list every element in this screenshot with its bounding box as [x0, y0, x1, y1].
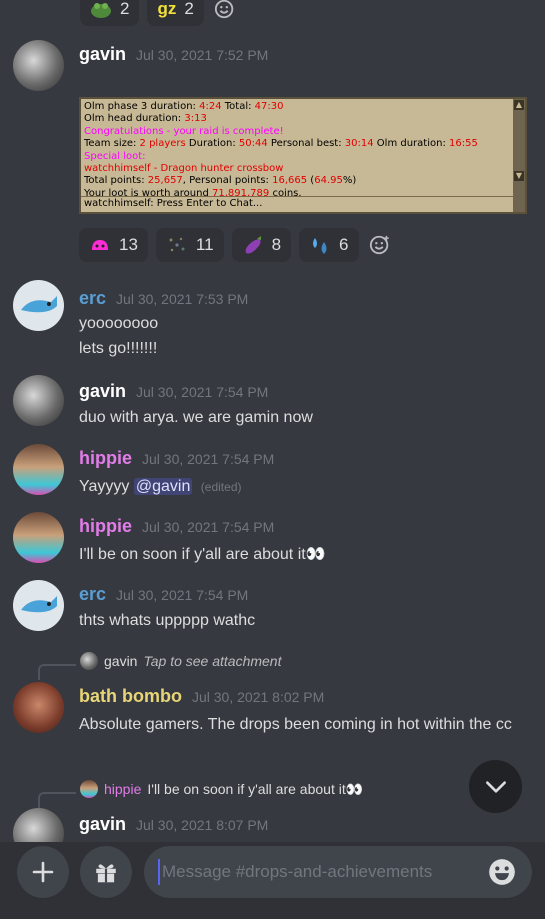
- author-name[interactable]: hippie: [79, 516, 132, 537]
- reaction-frog[interactable]: 2: [80, 0, 140, 26]
- message-text: Absolute gamers. The drops been coming i…: [79, 716, 512, 733]
- reaction-count: 6: [339, 235, 349, 254]
- top-reaction-bar: 2 gz 2: [80, 0, 238, 26]
- reaction-count: 8: [271, 235, 282, 254]
- text-caret: [158, 859, 160, 885]
- reply-author: gavin: [104, 653, 138, 669]
- message-text: I'll be on soon if y'all are about it👀: [79, 546, 326, 563]
- reply-spine: [38, 792, 76, 808]
- author-name[interactable]: erc: [79, 584, 106, 605]
- gz-icon: gz: [157, 0, 177, 18]
- timestamp: Jul 30, 2021 8:02 PM: [191, 689, 325, 705]
- reaction-eggplant[interactable]: 8: [231, 228, 292, 262]
- avatar: [80, 652, 98, 670]
- timestamp: Jul 30, 2021 7:54 PM: [142, 451, 275, 467]
- add-reaction-icon[interactable]: [212, 0, 238, 22]
- emoji-picker-icon[interactable]: [488, 858, 516, 886]
- reaction-bar: 13 11 8 6: [79, 228, 393, 262]
- author-name[interactable]: hippie: [79, 448, 132, 469]
- author-name[interactable]: bath bombo: [79, 686, 182, 707]
- message-text: thts whats uppppp wathc: [79, 612, 256, 629]
- reaction-gz[interactable]: gz 2: [147, 0, 204, 26]
- reaction-count: 13: [119, 235, 138, 254]
- avatar[interactable]: [13, 682, 64, 733]
- user-mention[interactable]: @gavin: [133, 478, 193, 495]
- avatar[interactable]: [13, 808, 64, 842]
- message-input-placeholder: Message #drops-and-achievements: [162, 862, 433, 881]
- avatar[interactable]: [13, 444, 64, 495]
- avatar[interactable]: [13, 375, 64, 426]
- game-chat-input: watchhimself: Press Enter to Chat...: [81, 196, 513, 212]
- sparkle-icon: [166, 234, 188, 256]
- sweat-drops-icon: [309, 234, 331, 256]
- add-reaction-icon[interactable]: [367, 232, 393, 258]
- reaction-count: 2: [184, 0, 194, 18]
- reply-author: hippie: [104, 781, 142, 797]
- reaction-count: 2: [120, 0, 130, 18]
- pink-blob-icon: [89, 234, 111, 256]
- message-input[interactable]: Message #drops-and-achievements: [144, 846, 532, 898]
- author-name[interactable]: gavin: [79, 814, 126, 835]
- reply-spine: [38, 664, 76, 680]
- message-text: Yayyyy @gavin (edited): [79, 478, 242, 495]
- avatar[interactable]: [13, 580, 64, 631]
- timestamp: Jul 30, 2021 7:53 PM: [116, 291, 249, 307]
- chevron-down-icon: [485, 780, 506, 793]
- timestamp: Jul 30, 2021 7:54 PM: [116, 587, 249, 603]
- avatar[interactable]: [13, 280, 64, 331]
- avatar: [80, 780, 98, 798]
- frog-icon: [90, 0, 112, 20]
- edited-label: (edited): [200, 480, 242, 494]
- reaction-pink-blob[interactable]: 13: [79, 228, 148, 262]
- eggplant-icon: [242, 234, 264, 256]
- timestamp: Jul 30, 2021 8:07 PM: [136, 817, 269, 833]
- timestamp: Jul 30, 2021 7:52 PM: [136, 47, 269, 63]
- message-text: yoooooooo: [79, 315, 159, 332]
- avatar[interactable]: [13, 40, 64, 91]
- plus-icon: [32, 861, 54, 883]
- game-scrollbar: ▲ ▼: [513, 99, 525, 212]
- add-attachment-button[interactable]: [17, 846, 69, 898]
- author-name[interactable]: gavin: [79, 44, 126, 65]
- timestamp: Jul 30, 2021 7:54 PM: [142, 519, 275, 535]
- message-text: lets go!!!!!!!: [79, 340, 158, 357]
- message-text: duo with arya. we are gamin now: [79, 409, 313, 426]
- reply-text: Tap to see attachment: [143, 653, 282, 669]
- message-feed[interactable]: 2 gz 2 gavin Jul 30, 2021 7:52 PM Olm ph…: [0, 0, 545, 842]
- message-composer: Message #drops-and-achievements: [0, 842, 545, 919]
- game-screenshot-attachment[interactable]: Olm phase 3 duration: 4:24 Total: 47:30 …: [79, 97, 527, 214]
- reply-text: I'll be on soon if y'all are about it👀: [147, 780, 364, 797]
- avatar[interactable]: [13, 512, 64, 563]
- reaction-sparkle[interactable]: 11: [155, 228, 224, 262]
- author-name[interactable]: erc: [79, 288, 106, 309]
- gift-button[interactable]: [80, 846, 132, 898]
- reaction-sweat-drops[interactable]: 6: [299, 228, 359, 262]
- author-name[interactable]: gavin: [79, 381, 126, 402]
- timestamp: Jul 30, 2021 7:54 PM: [136, 384, 269, 400]
- gift-icon: [96, 864, 116, 883]
- reaction-count: 11: [195, 235, 214, 254]
- jump-to-bottom-button[interactable]: [469, 760, 522, 813]
